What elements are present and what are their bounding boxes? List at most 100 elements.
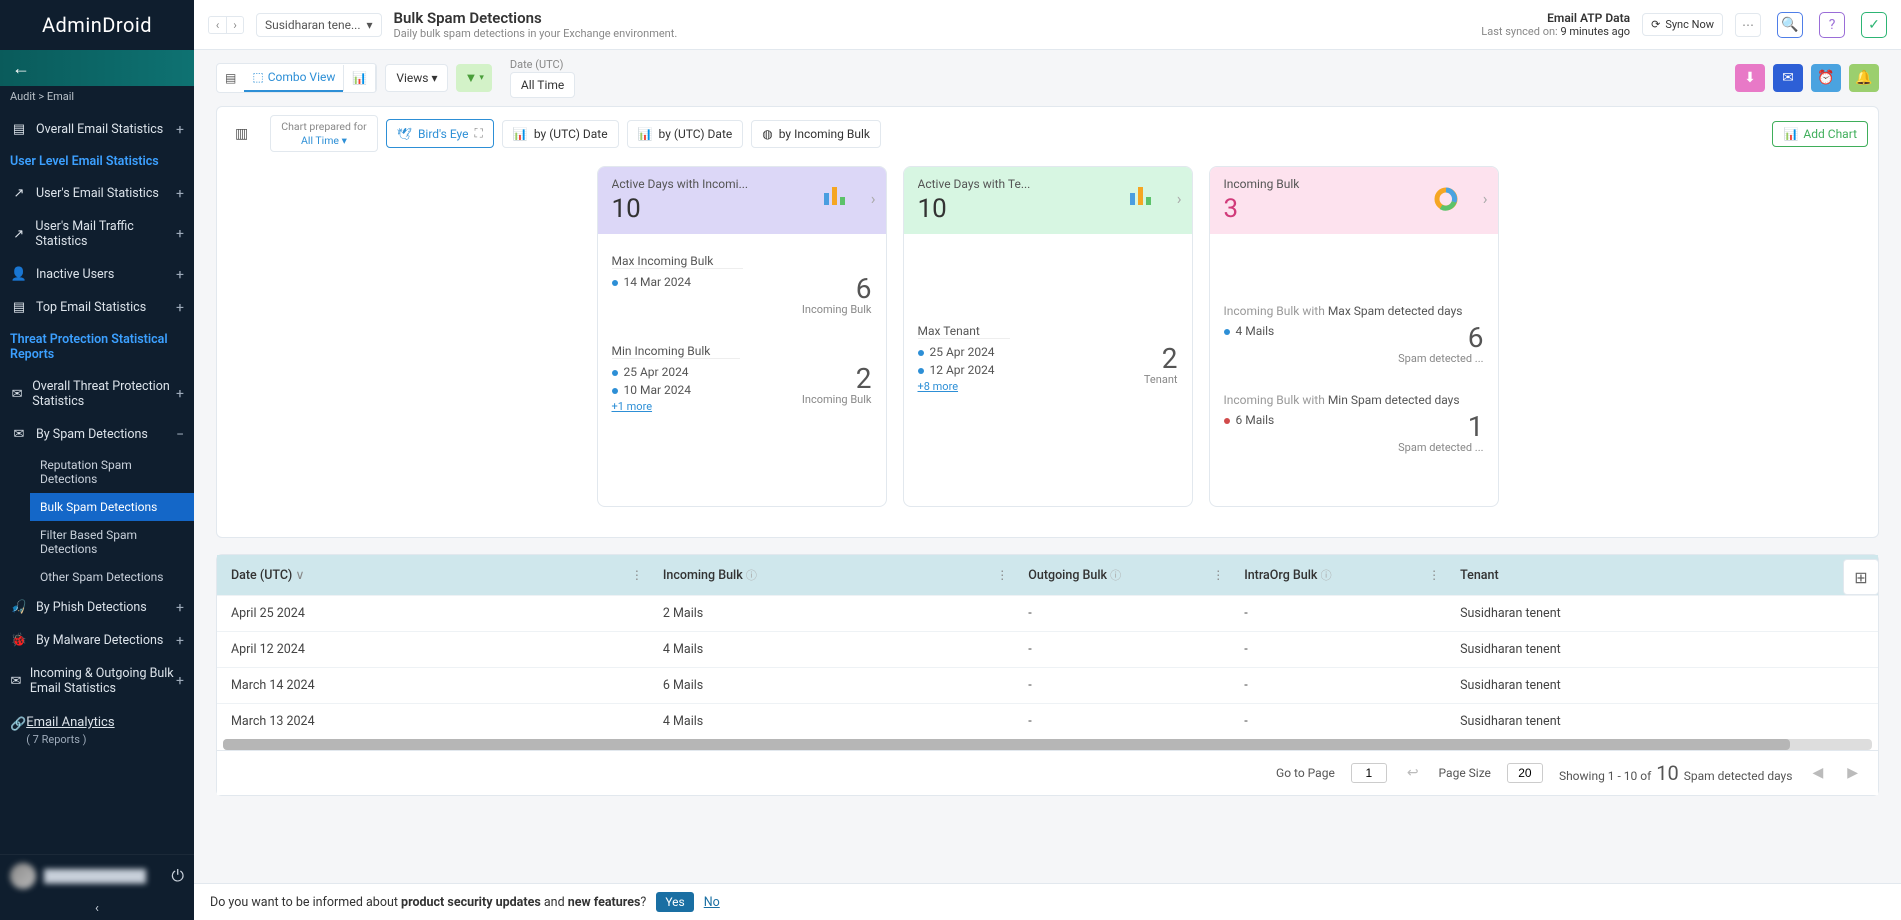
footer-no-link[interactable]: No <box>704 895 720 910</box>
arrow-right-icon[interactable]: › <box>1483 189 1488 208</box>
download-button[interactable]: ⬇ <box>1735 64 1765 92</box>
help-button[interactable]: ? <box>1819 12 1845 38</box>
sidebar-item-email-analytics[interactable]: 🔗 Email Analytics ( 7 Reports ) <box>0 705 194 756</box>
alert-button[interactable]: 🔔 <box>1849 64 1879 92</box>
pager-go-button[interactable]: ↩ <box>1403 765 1423 781</box>
sidebar-item-by-spam-detections[interactable]: ✉By Spam Detections− <box>0 418 194 451</box>
pager-page-input[interactable] <box>1351 763 1387 783</box>
col-menu-icon[interactable]: ⋮ <box>631 568 643 582</box>
horizontal-scrollbar[interactable] <box>223 739 1872 750</box>
card-item: 12 Apr 2024 <box>930 363 995 377</box>
check-button[interactable]: ✓ <box>1861 12 1887 38</box>
date-filter-value[interactable]: All Time <box>510 72 575 98</box>
chart-prep-value: All Time <box>301 134 339 147</box>
expand-icon: + <box>176 300 184 316</box>
footer-yes-button[interactable]: Yes <box>656 892 693 912</box>
sidebar-item-overall-email-stats[interactable]: ▤Overall Email Statistics+ <box>0 113 194 146</box>
expand-icon[interactable]: ⛶ <box>475 126 483 141</box>
sidebar-item-users-email-stats[interactable]: ↗User's Email Statistics+ <box>0 177 194 210</box>
col-incoming-bulk[interactable]: Incoming Bulk ⓘ⋮ <box>649 555 1014 596</box>
email-analytics-link: Email Analytics <box>26 715 114 730</box>
sidebar-item-top-email-stats[interactable]: ▤Top Email Statistics+ <box>0 291 194 324</box>
graph-view-button[interactable]: 📊 <box>343 65 376 91</box>
card-head: Incoming Bulk 3 › <box>1210 167 1498 234</box>
sidebar-item-other-spam[interactable]: Other Spam Detections <box>30 563 194 591</box>
chart-prep-label: Chart prepared for <box>281 120 366 134</box>
views-label: Views <box>396 71 428 85</box>
col-outgoing-bulk[interactable]: Outgoing Bulk ⓘ⋮ <box>1014 555 1230 596</box>
card-section-title: Min Incoming Bulk <box>612 344 741 359</box>
filter-button[interactable]: ▼▾ <box>456 64 491 92</box>
sidebar-item-label: By Phish Detections <box>36 600 147 615</box>
charts-panel: ▥ Chart prepared for All Time ▾ 🕊Bird's … <box>216 106 1879 538</box>
col-menu-icon[interactable]: ⋮ <box>1212 568 1224 582</box>
col-intraorg-bulk[interactable]: IntraOrg Bulk ⓘ⋮ <box>1230 555 1446 596</box>
chevron-down-icon: ▾ <box>342 134 347 147</box>
bar-icon: 📊 <box>513 127 528 141</box>
email-button[interactable]: ✉ <box>1773 64 1803 92</box>
table-cell: April 25 2024 <box>217 596 649 632</box>
tab-by-incoming-bulk[interactable]: ◍by Incoming Bulk <box>751 120 881 148</box>
content-scroll[interactable]: ▥ Chart prepared for All Time ▾ 🕊Bird's … <box>194 106 1901 883</box>
more-button[interactable]: ⋯ <box>1735 13 1761 37</box>
profile-name: ████████████ <box>44 869 171 883</box>
nav-back-button[interactable]: ‹ <box>208 16 226 34</box>
tenant-dropdown[interactable]: Susidharan tene...▾ <box>256 13 382 37</box>
tab-by-date-1[interactable]: 📊by (UTC) Date <box>502 120 619 148</box>
sidebar-item-in-out-bulk[interactable]: ✉Incoming & Outgoing Bulk Email Statisti… <box>0 657 194 705</box>
data-table: Date (UTC) ∨⋮ Incoming Bulk ⓘ⋮ Outgoing … <box>217 555 1878 739</box>
col-label: Tenant <box>1460 568 1499 583</box>
chart-prepared-for[interactable]: Chart prepared for All Time ▾ <box>270 115 377 152</box>
views-dropdown[interactable]: Views ▾ <box>385 64 448 92</box>
power-icon[interactable]: ⏻ <box>171 866 184 886</box>
search-button[interactable]: 🔍 <box>1777 12 1803 38</box>
combo-view-button[interactable]: ⬚Combo View <box>244 64 343 92</box>
col-date[interactable]: Date (UTC) ∨⋮ <box>217 555 649 596</box>
table-row[interactable]: March 13 20244 Mails--Susidharan tenent <box>217 704 1878 740</box>
table-row[interactable]: April 25 20242 Mails--Susidharan tenent <box>217 596 1878 632</box>
sync-sub: Last synced on: 9 minutes ago <box>1481 25 1630 38</box>
sidebar-item-filter-spam[interactable]: Filter Based Spam Detections <box>30 521 194 563</box>
sidebar-item-reputation-spam[interactable]: Reputation Spam Detections <box>30 451 194 493</box>
schedule-button[interactable]: ⏰ <box>1811 64 1841 92</box>
add-chart-button[interactable]: 📊Add Chart <box>1772 121 1868 147</box>
table-row[interactable]: April 12 20244 Mails--Susidharan tenent <box>217 632 1878 668</box>
sidebar-item-bulk-spam[interactable]: Bulk Spam Detections <box>30 493 194 521</box>
card-active-days-tenant[interactable]: Active Days with Te... 10 › Max Tenant <box>903 166 1193 507</box>
sidebar-item-by-malware[interactable]: 🐞By Malware Detections+ <box>0 624 194 657</box>
profile-row[interactable]: ████████████ ⏻ <box>0 854 194 897</box>
pager-size-input[interactable] <box>1507 763 1543 783</box>
more-link[interactable]: +1 more <box>612 400 653 413</box>
sidebar-item-users-mail-traffic[interactable]: ↗User's Mail Traffic Statistics+ <box>0 210 194 258</box>
tab-by-date-2[interactable]: 📊by (UTC) Date <box>627 120 744 148</box>
more-link[interactable]: +8 more <box>918 380 959 393</box>
sidebar-item-overall-threat[interactable]: ✉Overall Threat Protection Statistics+ <box>0 370 194 418</box>
sync-now-button[interactable]: ⟳Sync Now <box>1642 13 1723 36</box>
list-view-button[interactable]: ▤ <box>217 65 244 91</box>
sidebar-item-inactive-users[interactable]: 👤Inactive Users+ <box>0 258 194 291</box>
card-incoming-bulk[interactable]: Incoming Bulk 3 › Incoming Bulk with Max… <box>1209 166 1499 507</box>
pager-next-button[interactable]: ▶ <box>1843 765 1862 781</box>
arrow-right-icon[interactable]: › <box>871 189 876 208</box>
sidebar-item-label: By Spam Detections <box>36 427 148 442</box>
sidebar-collapse-button[interactable]: ‹ <box>0 897 194 920</box>
sidebar-item-by-phish[interactable]: 🎣By Phish Detections+ <box>0 591 194 624</box>
col-menu-icon[interactable]: ⋮ <box>1428 568 1440 582</box>
bar-chart-icon <box>1130 187 1152 205</box>
pager-prev-button[interactable]: ◀ <box>1808 765 1827 781</box>
card-item: 6 Mails <box>1236 413 1275 427</box>
user-icon: 👤 <box>10 267 28 282</box>
clock-icon: ⏰ <box>1817 70 1834 86</box>
collapse-icon: − <box>176 427 184 443</box>
table-row[interactable]: March 14 20246 Mails--Susidharan tenent <box>217 668 1878 704</box>
arrow-right-icon[interactable]: › <box>1177 189 1182 208</box>
back-button[interactable]: ← <box>0 50 194 86</box>
col-menu-icon[interactable]: ⋮ <box>996 568 1008 582</box>
sidebar-item-label: By Malware Detections <box>36 633 163 648</box>
chart-prep-icon[interactable]: ▥ <box>227 120 256 148</box>
col-tenant[interactable]: Tenant <box>1446 555 1878 596</box>
card-active-days-incoming[interactable]: Active Days with Incomi... 10 › Max Inco… <box>597 166 887 507</box>
tab-birds-eye[interactable]: 🕊Bird's Eye⛶ <box>386 119 494 148</box>
breadcrumb: Audit > Email <box>0 86 194 113</box>
nav-forward-button[interactable]: › <box>226 16 244 34</box>
